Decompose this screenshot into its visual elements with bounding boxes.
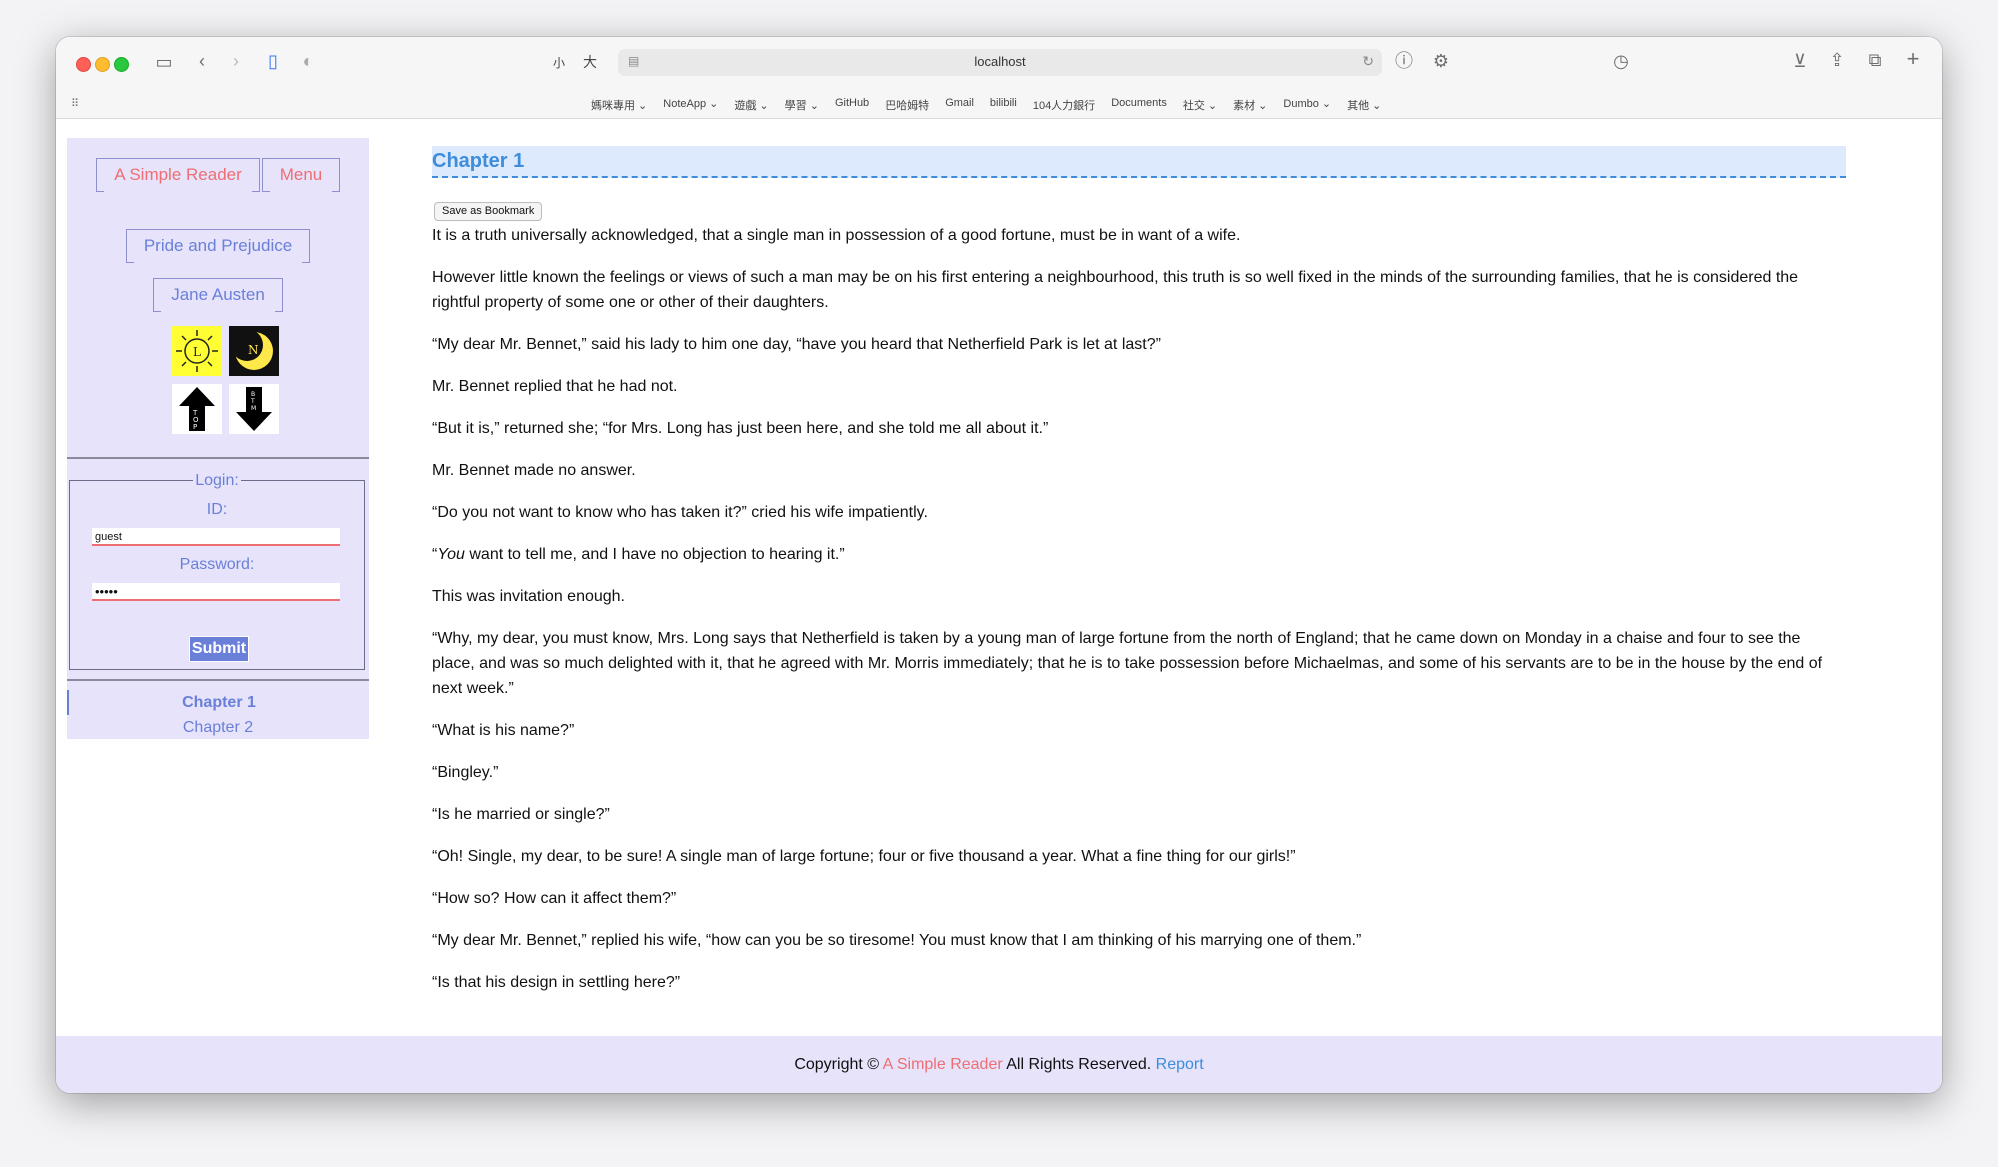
svg-text:T: T <box>250 398 255 405</box>
chapter-paragraph: “Do you not want to know who has taken i… <box>432 504 928 521</box>
new-tab-icon[interactable]: + <box>1903 48 1923 70</box>
favorites-list: 媽咪專用 ⌄ NoteApp ⌄ 遊戲 ⌄ 學習 ⌄ GitHub 巴哈姆特 Gmail bi… <box>591 97 1381 113</box>
shield-icon[interactable]: ◐ <box>299 51 317 71</box>
chapter-paragraph: “But it is,” returned she; “for Mrs. Lon… <box>432 420 1049 437</box>
id-input[interactable]: guest <box>92 528 340 546</box>
site-title-text: A Simple Reader <box>114 165 242 184</box>
chapter-paragraph: “My dear Mr. Bennet,” said his lady to h… <box>432 336 1161 353</box>
sidebar-divider <box>67 457 369 459</box>
chapter-paragraph: Mr. Bennet replied that he had not. <box>432 378 678 395</box>
favorite-item[interactable]: NoteApp ⌄ <box>663 97 718 113</box>
chapter-paragraph: “My dear Mr. Bennet,” replied his wife, … <box>432 932 1362 949</box>
reload-icon[interactable]: ↻ <box>1362 53 1374 70</box>
light-mode-sun-icon[interactable]: L <box>172 326 222 376</box>
favorite-item[interactable]: 104人力銀行 <box>1033 97 1095 113</box>
forward-icon[interactable]: › <box>227 51 245 71</box>
address-bar[interactable]: ▤ localhost ↻ <box>618 49 1382 76</box>
gear-icon[interactable]: ⚙ <box>1431 51 1451 71</box>
scroll-top-arrow-icon[interactable]: T O P <box>172 384 222 434</box>
favorite-item[interactable]: 學習 ⌄ <box>785 97 819 113</box>
favorite-item[interactable]: bilibili <box>990 97 1017 113</box>
chapter-list: Chapter 1 Chapter 2 <box>67 690 369 740</box>
book-title-text: Pride and Prejudice <box>143 236 293 255</box>
chapter-link[interactable]: Chapter 2 <box>67 715 369 740</box>
minimize-window-button[interactable] <box>95 57 110 72</box>
favorite-item[interactable]: 其他 ⌄ <box>1347 97 1381 113</box>
browser-window: ▭ ‹ › ▯ ◐ 小 大 ▤ localhost ↻ ⓘ ⚙ ◷ ⊻ ⇪ ⧉ … <box>56 37 1942 1093</box>
share-icon[interactable]: ⇪ <box>1827 50 1847 70</box>
footer-rights: All Rights Reserved. <box>1006 1056 1152 1073</box>
favorite-item[interactable]: 巴哈姆特 <box>885 97 929 113</box>
text-size-small-button[interactable]: 小 <box>551 53 567 73</box>
favorite-item[interactable]: 社交 ⌄ <box>1183 97 1217 113</box>
favorite-item[interactable]: Dumbo ⌄ <box>1283 97 1331 113</box>
chapter-paragraph: “How so? How can it affect them?” <box>432 890 677 907</box>
svg-text:M: M <box>251 405 256 412</box>
zoom-window-button[interactable] <box>114 57 129 72</box>
favorite-item[interactable]: Gmail <box>945 97 974 113</box>
favorite-item[interactable]: 素材 ⌄ <box>1233 97 1267 113</box>
chapter-title: Chapter 1 <box>432 146 1846 178</box>
svg-text:L: L <box>193 345 201 359</box>
dark-mode-moon-icon[interactable]: N <box>229 326 279 376</box>
chapter-paragraph: “Why, my dear, you must know, Mrs. Long … <box>432 630 1823 697</box>
footer-brand-link[interactable]: A Simple Reader <box>883 1056 1003 1073</box>
svg-text:P: P <box>193 423 197 431</box>
close-window-button[interactable] <box>76 57 91 72</box>
chapter-paragraph: Mr. Bennet made no answer. <box>432 462 636 479</box>
browser-toolbar: ▭ ‹ › ▯ ◐ 小 大 ▤ localhost ↻ ⓘ ⚙ ◷ ⊻ ⇪ ⧉ … <box>56 37 1942 119</box>
sidebar-toggle-icon[interactable]: ▭ <box>152 52 176 72</box>
author-link[interactable]: Jane Austen <box>153 278 283 312</box>
favorite-item[interactable]: 遊戲 ⌄ <box>734 97 768 113</box>
tabs-overview-icon[interactable]: ⧉ <box>1865 50 1885 70</box>
sidebar: A Simple Reader Menu Pride and Prejudice… <box>67 138 369 739</box>
history-icon[interactable]: ◷ <box>1611 51 1631 71</box>
chapter-text: It is a truth universally acknowledged, … <box>432 223 1846 1012</box>
menu-label: Menu <box>279 165 323 184</box>
page-content: A Simple Reader Menu Pride and Prejudice… <box>56 119 1942 1093</box>
text-size-large-button[interactable]: 大 <box>582 52 598 72</box>
submit-button[interactable]: Submit <box>189 636 249 662</box>
favorite-item[interactable]: 媽咪專用 ⌄ <box>591 97 647 113</box>
chapter-paragraph: However little known the feelings or vie… <box>432 269 1799 311</box>
chapter-paragraph: “You want to tell me, and I have no obje… <box>432 546 845 563</box>
page-icon[interactable]: ▯ <box>264 51 282 71</box>
login-form: Login: ID: guest Password: ••••• Submit <box>69 472 365 670</box>
svg-text:N: N <box>248 343 259 357</box>
footer: Copyright © A Simple Reader All Rights R… <box>56 1036 1942 1093</box>
password-input[interactable]: ••••• <box>92 583 340 601</box>
site-title-link[interactable]: A Simple Reader <box>96 158 260 192</box>
download-icon[interactable]: ⊻ <box>1790 51 1810 71</box>
chapter-paragraph: “Is that his design in settling here?” <box>432 974 681 991</box>
chapter-paragraph: It is a truth universally acknowledged, … <box>432 227 1241 244</box>
chapter-paragraph: “Is he married or single?” <box>432 806 610 823</box>
password-label: Password: <box>179 556 255 573</box>
url-text: localhost <box>974 54 1026 69</box>
save-bookmark-button[interactable]: Save as Bookmark <box>434 202 543 221</box>
chapter-paragraph: “What is his name?” <box>432 722 575 739</box>
menu-button[interactable]: Menu <box>262 158 340 192</box>
book-title-link[interactable]: Pride and Prejudice <box>126 229 310 263</box>
info-icon[interactable]: ⓘ <box>1394 51 1414 71</box>
svg-text:B: B <box>251 391 255 398</box>
scroll-bottom-arrow-icon[interactable]: B T M <box>229 384 279 434</box>
favorite-item[interactable]: GitHub <box>835 97 869 113</box>
id-label: ID: <box>206 501 228 518</box>
favorites-bar: ⠿ 媽咪專用 ⌄ NoteApp ⌄ 遊戲 ⌄ 學習 ⌄ GitHub 巴哈姆特 Gmail… <box>56 97 1942 115</box>
back-icon[interactable]: ‹ <box>193 51 211 71</box>
chapter-link[interactable]: Chapter 1 <box>67 690 369 715</box>
report-link[interactable]: Report <box>1156 1056 1204 1073</box>
chapter-paragraph: “Oh! Single, my dear, to be sure! A sing… <box>432 848 1296 865</box>
apps-grid-icon[interactable]: ⠿ <box>71 97 79 110</box>
author-text: Jane Austen <box>171 285 265 304</box>
copyright-prefix: Copyright © <box>794 1056 880 1073</box>
login-legend: Login: <box>193 472 241 489</box>
chapter-paragraph: This was invitation enough. <box>432 588 625 605</box>
favorite-item[interactable]: Documents <box>1111 97 1167 113</box>
chapter-paragraph: “Bingley.” <box>432 764 499 781</box>
sidebar-divider-2 <box>67 679 369 681</box>
